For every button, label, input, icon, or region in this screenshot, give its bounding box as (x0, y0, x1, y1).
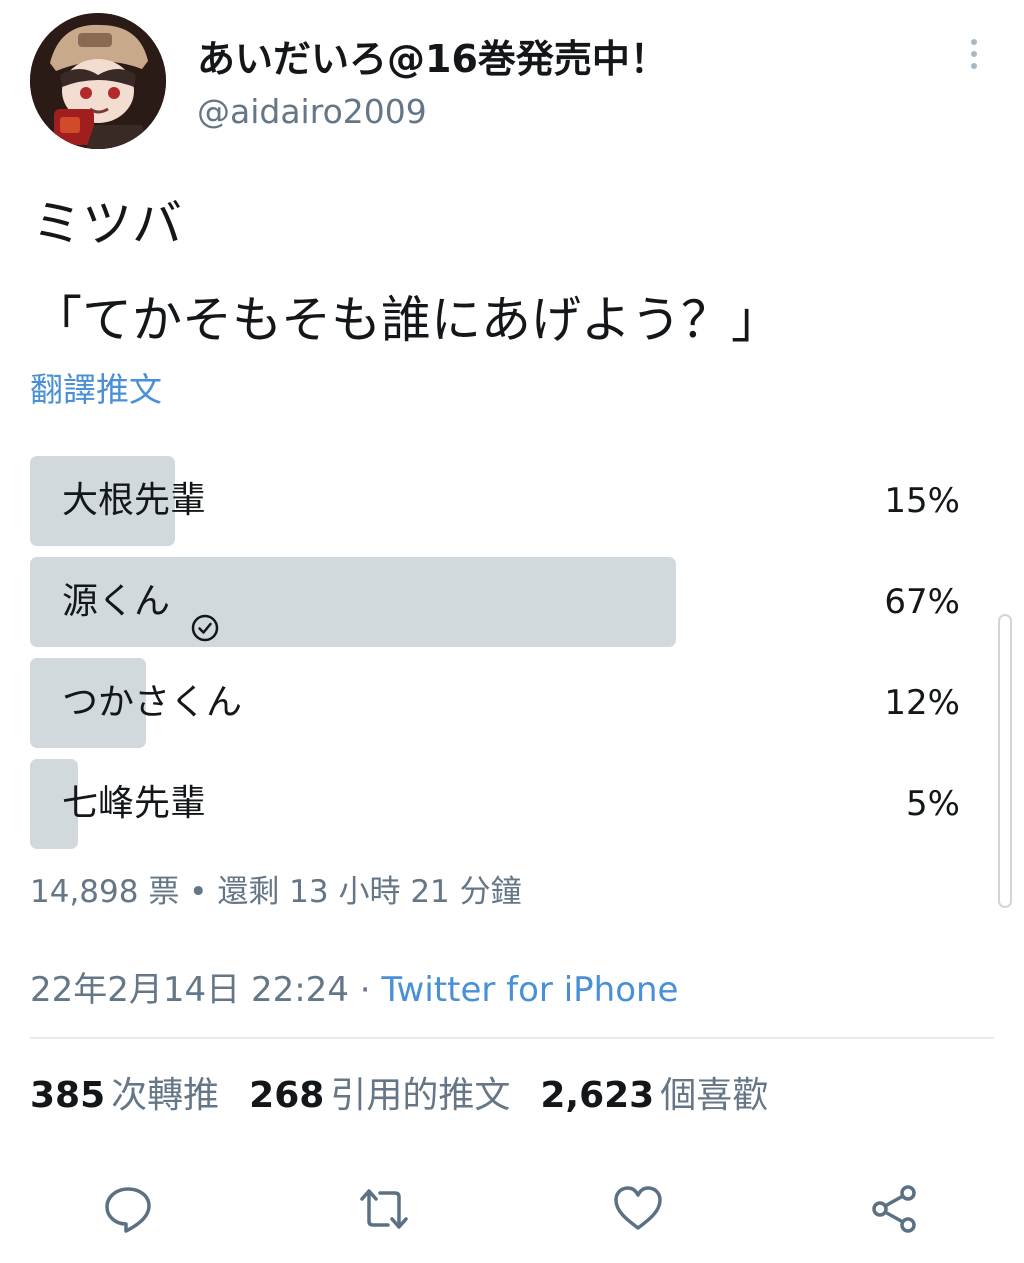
reply-icon[interactable] (102, 1183, 154, 1235)
user-handle[interactable]: @aidairo2009 (197, 92, 427, 131)
share-icon[interactable] (868, 1183, 920, 1235)
like-icon[interactable] (612, 1183, 664, 1235)
poll: 大根先輩 15% 源くん 67% つかさくん 12% 七峰先輩 5% (30, 456, 960, 860)
poll-option-percent: 67% (884, 582, 960, 622)
tweet-text: ミツバ 「てかそもそも誰にあげよう？」 (32, 176, 781, 368)
timestamp-separator: · (348, 970, 382, 1010)
poll-meta: 14,898 票 • 還剩 13 小時 21 分鐘 (30, 874, 522, 910)
poll-option-percent: 5% (906, 784, 960, 824)
like-count-number: 2,623 (540, 1075, 655, 1116)
avatar[interactable] (30, 13, 166, 149)
poll-option-percent: 12% (884, 683, 960, 723)
poll-option: つかさくん 12% (30, 658, 960, 748)
timestamp-row: 22年2月14日 22:24 · Twitter for iPhone (30, 962, 678, 1011)
avatar-illustration (30, 13, 166, 149)
tweet-text-line-1: ミツバ (32, 195, 182, 253)
quote-count-number: 268 (249, 1075, 325, 1116)
tweet-timestamp[interactable]: 22年2月14日 22:24 (30, 970, 349, 1010)
retweet-count-number: 385 (30, 1075, 106, 1116)
poll-option-percent: 15% (884, 481, 960, 521)
divider (30, 1037, 994, 1039)
tweet-source-link[interactable]: Twitter for iPhone (381, 970, 678, 1010)
poll-option-label: 七峰先輩 (62, 783, 207, 824)
more-vertical-icon[interactable] (962, 36, 986, 72)
scrollbar[interactable] (998, 614, 1012, 908)
quote-count-label: 引用的推文 (330, 1075, 511, 1116)
poll-option-label: 源くん (62, 557, 220, 647)
poll-option-label: 大根先輩 (62, 480, 207, 521)
poll-option: 大根先輩 15% (30, 456, 960, 546)
display-name[interactable]: あいだいろ@16巻発売中！ (197, 28, 668, 83)
translate-tweet-link[interactable]: 翻譯推文 (30, 363, 162, 411)
like-count[interactable]: 2,623 個喜歡 (540, 1066, 768, 1118)
quote-count[interactable]: 268 引用的推文 (249, 1066, 510, 1118)
tweet-text-line-2: 「てかそもそも誰にあげよう？」 (32, 291, 781, 349)
like-count-label: 個喜歡 (660, 1075, 769, 1116)
poll-option: 七峰先輩 5% (30, 759, 960, 849)
tweet-stats: 385 次轉推 268 引用的推文 2,623 個喜歡 (30, 1066, 798, 1118)
retweet-count-label: 次轉推 (111, 1075, 220, 1116)
retweet-icon[interactable] (358, 1183, 410, 1235)
poll-option: 源くん 67% (30, 557, 960, 647)
poll-option-label: つかさくん (62, 682, 243, 723)
check-circle-icon (190, 587, 220, 642)
retweet-count[interactable]: 385 次轉推 (30, 1066, 219, 1118)
